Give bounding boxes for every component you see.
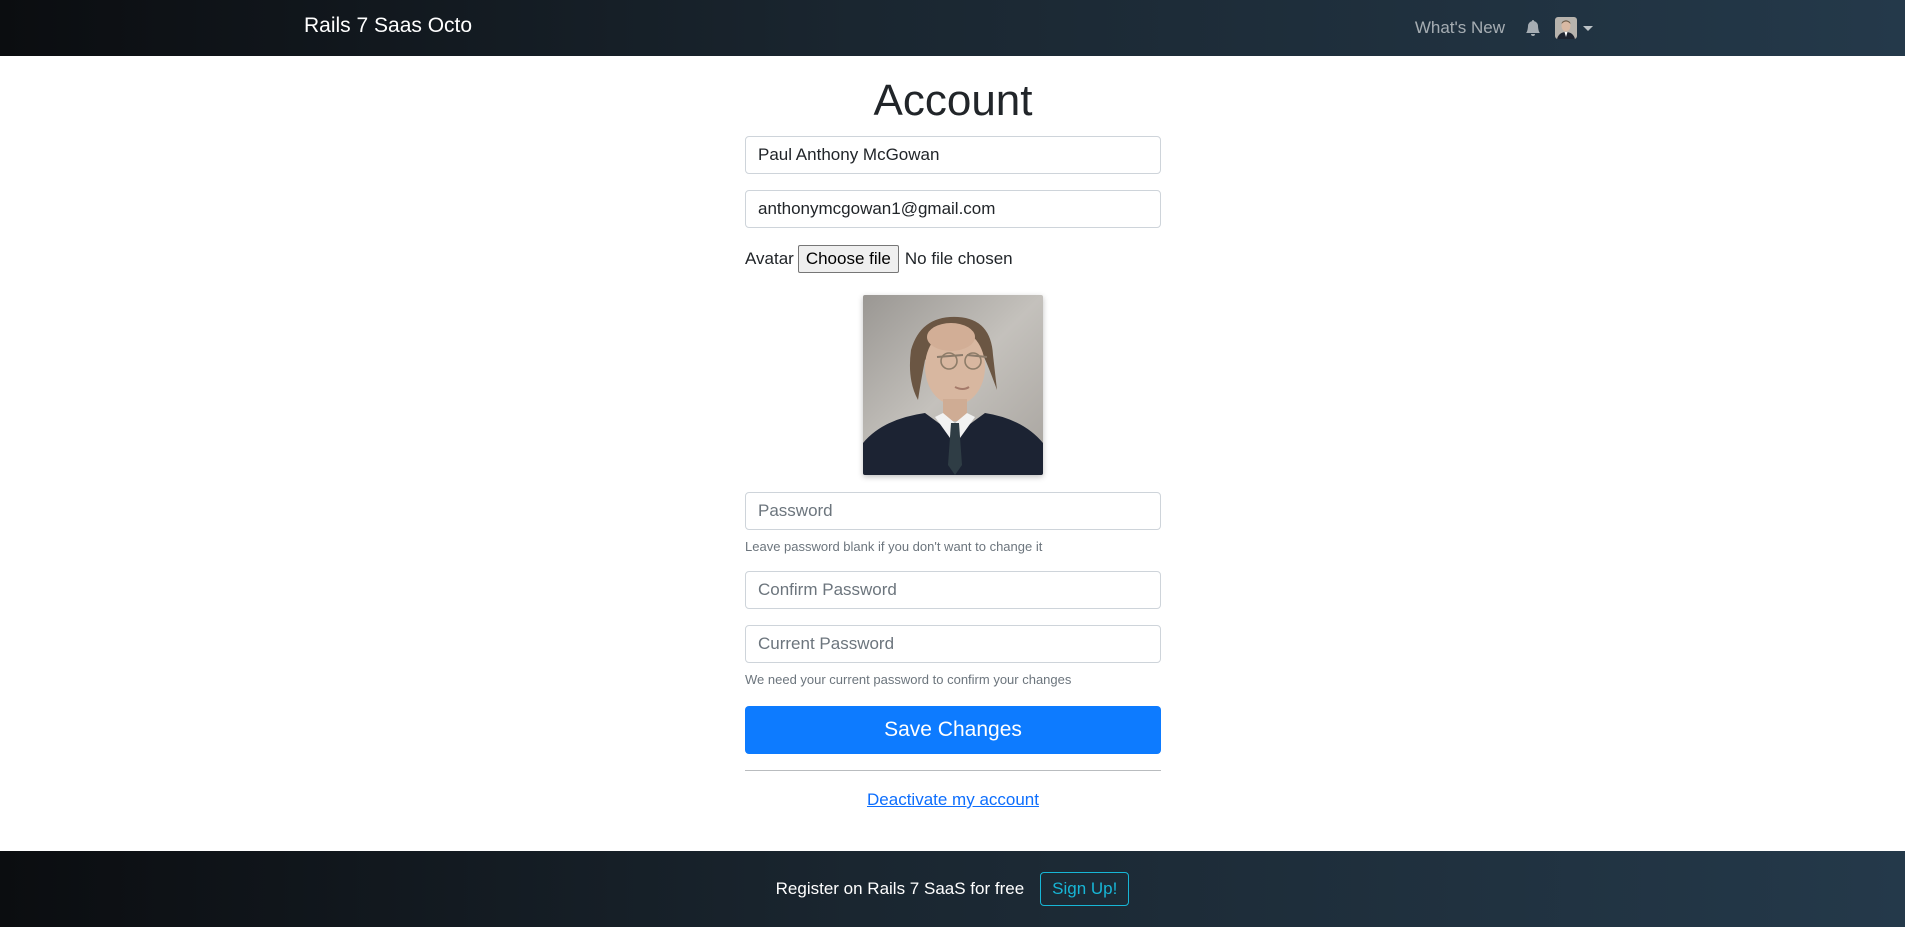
chevron-down-icon[interactable]: [1583, 25, 1593, 31]
footer-text: Register on Rails 7 SaaS for free: [775, 879, 1025, 898]
sign-up-button[interactable]: Sign Up!: [1040, 872, 1130, 906]
deactivate-account-link[interactable]: Deactivate my account: [745, 790, 1161, 810]
confirm-password-field[interactable]: [745, 571, 1161, 609]
current-password-hint: We need your current password to confirm…: [745, 672, 1072, 687]
footer: Register on Rails 7 SaaS for free Sign U…: [0, 851, 1905, 927]
avatar-preview: [863, 295, 1043, 475]
top-navbar: Rails 7 Saas Octo What's New: [0, 0, 1905, 56]
avatar-row: Avatar Choose file No file chosen: [745, 245, 1013, 273]
password-field[interactable]: [745, 492, 1161, 530]
nav-right: What's New: [1415, 0, 1593, 56]
whats-new-link[interactable]: What's New: [1415, 18, 1505, 38]
name-field[interactable]: [745, 136, 1161, 174]
user-avatar[interactable]: [1555, 17, 1577, 39]
divider: [745, 770, 1161, 771]
bell-icon[interactable]: [1525, 20, 1541, 36]
email-field[interactable]: [745, 190, 1161, 228]
choose-file-button[interactable]: Choose file: [797, 245, 899, 273]
current-password-field[interactable]: [745, 625, 1161, 663]
save-changes-button[interactable]: Save Changes: [745, 706, 1161, 754]
page-title: Account: [873, 76, 1033, 125]
avatar-label: Avatar: [745, 249, 794, 268]
password-hint: Leave password blank if you don't want t…: [745, 539, 1043, 554]
brand-link[interactable]: Rails 7 Saas Octo: [304, 14, 472, 38]
file-status: No file chosen: [904, 249, 1013, 268]
